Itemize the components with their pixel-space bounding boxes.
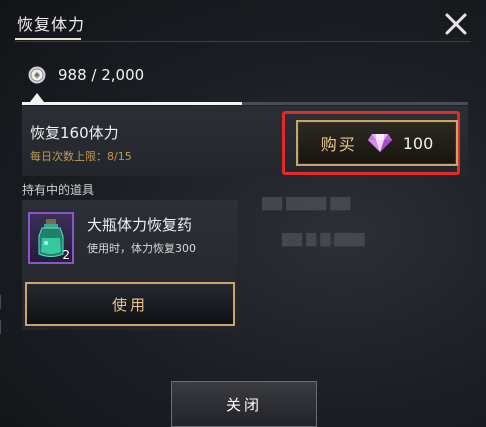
close-icon[interactable] [440, 8, 472, 40]
close-button[interactable]: 关闭 [171, 381, 317, 427]
background-blur-text: ▇▇ ▇▇▇▇ ▇▇ [262, 196, 351, 211]
owned-items-header: 持有中的道具 [22, 183, 95, 197]
stamina-progress-bar [22, 102, 468, 105]
buy-price: 100 [402, 133, 434, 153]
stamina-coin-icon [28, 66, 46, 84]
item-slot[interactable]: 2 [28, 212, 74, 264]
item-description: 使用时，体力恢复300 [87, 242, 196, 255]
stamina-progress-fill [22, 102, 243, 105]
buy-button[interactable]: 购买 100 [296, 120, 458, 166]
daily-limit-text: 每日次数上限：8/15 [30, 150, 132, 163]
item-name: 大瓶体力恢复药 [87, 216, 193, 234]
use-button[interactable]: 使用 [25, 282, 235, 326]
header-divider [15, 41, 471, 42]
diamond-gem-icon [367, 134, 392, 152]
background-edge-fragment: ▏ ▏ [0, 295, 10, 334]
close-button-label: 关闭 [225, 395, 262, 414]
item-card: 2 大瓶体力恢复药 使用时，体力恢复300 使用 [22, 200, 238, 330]
progress-pointer [30, 93, 44, 102]
title-underline [15, 38, 81, 40]
background-blur-text-2: ▇▇ ▇ ▇,▇▇▇ [282, 232, 365, 247]
stamina-value: 988 / 2,000 [58, 66, 145, 84]
dialog-title: 恢复体力 [17, 15, 86, 34]
use-button-label: 使用 [111, 295, 148, 314]
recover-panel: 恢复160体力 每日次数上限：8/15 购买 100 [22, 106, 468, 176]
item-count: 2 [62, 248, 70, 262]
recover-amount-label: 恢复160体力 [30, 124, 119, 142]
buy-button-label: 购买 [320, 135, 357, 154]
